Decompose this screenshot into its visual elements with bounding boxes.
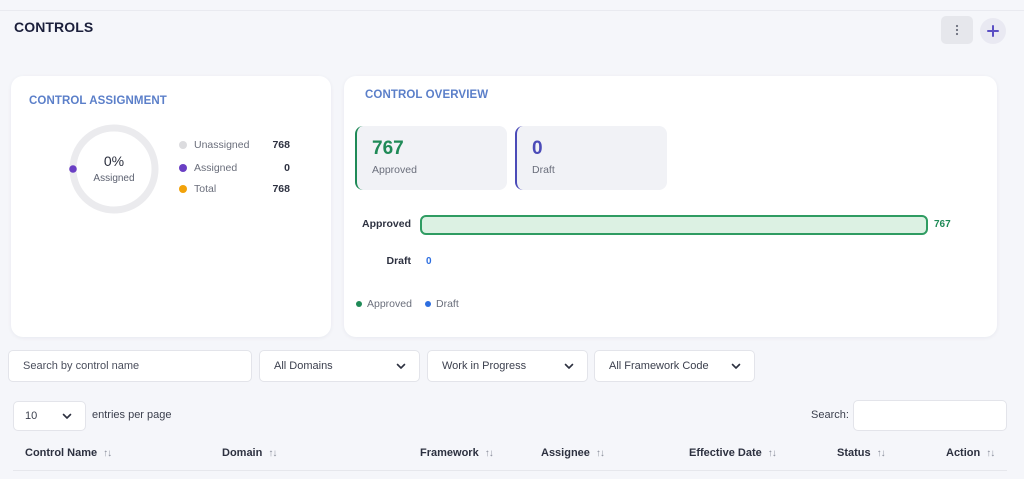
more-options-button[interactable]: [941, 16, 973, 44]
control-overview-title: CONTROL OVERVIEW: [365, 89, 489, 101]
assigned-percent: 0%: [103, 153, 125, 169]
control-search-input[interactable]: Search by control name: [8, 350, 252, 382]
domain-filter-value: All Domains: [274, 360, 333, 372]
legend-label: Assigned: [194, 162, 238, 174]
column-header-assignee[interactable]: Assignee ↑↓: [541, 447, 605, 459]
vertical-dots-icon: [955, 24, 959, 36]
draft-bar-label: Draft: [386, 255, 411, 267]
column-header-effective-date[interactable]: Effective Date ↑↓: [689, 447, 777, 459]
approved-stat-label: Approved: [372, 164, 417, 176]
column-label: Status: [837, 447, 871, 459]
framework-filter-select[interactable]: All Framework Code: [594, 350, 755, 382]
table-header-divider: [13, 470, 1007, 471]
approved-stat-card: 767 Approved: [355, 126, 507, 190]
approved-count: 767: [372, 138, 404, 159]
sort-arrows-icon: ↑↓: [268, 447, 277, 459]
sort-arrows-icon: ↑↓: [595, 447, 605, 459]
column-header-framework[interactable]: Framework ↑↓: [420, 447, 494, 459]
legend-draft: Draft: [425, 298, 459, 310]
column-header-control-name[interactable]: Control Name ↑↓: [25, 447, 112, 459]
legend-value: 768: [272, 139, 290, 151]
column-label: Framework: [420, 447, 479, 459]
legend-value: 768: [272, 183, 290, 195]
assigned-percent-label: Assigned: [93, 173, 135, 184]
draft-stat-label: Draft: [532, 164, 555, 176]
chevron-down-icon: [396, 363, 406, 369]
chevron-down-icon: [731, 363, 741, 369]
column-label: Domain: [222, 447, 263, 459]
approved-bar-label: Approved: [361, 218, 411, 230]
legend-approved: Approved: [356, 298, 412, 310]
chevron-down-icon: [62, 413, 72, 419]
framework-filter-value: All Framework Code: [609, 360, 709, 372]
control-assignment-card: CONTROL ASSIGNMENT 0% Assigned Unassigne…: [11, 76, 331, 337]
table-search-input[interactable]: [853, 400, 1007, 431]
status-filter-select[interactable]: Work in Progress: [427, 350, 588, 382]
column-header-action[interactable]: Action ↑↓: [946, 447, 995, 459]
legend-dot: [425, 301, 431, 307]
sort-arrows-icon: ↑↓: [103, 447, 112, 459]
legend-dot: [179, 185, 187, 193]
legend-label: Approved: [367, 298, 412, 310]
page-title: CONTROLS: [14, 19, 94, 35]
draft-stat-card: 0 Draft: [515, 126, 667, 190]
sort-arrows-icon: ↑↓: [767, 447, 777, 459]
sort-arrows-icon: ↑↓: [876, 447, 886, 459]
domain-filter-select[interactable]: All Domains: [259, 350, 420, 382]
legend-dot: [179, 141, 187, 149]
top-divider: [0, 10, 1024, 11]
table-search-label: Search:: [811, 409, 849, 421]
column-label: Assignee: [541, 447, 590, 459]
legend-unassigned: Unassigned 768: [179, 138, 290, 152]
entries-value: 10: [25, 410, 38, 422]
column-label: Effective Date: [689, 447, 762, 459]
column-label: Action: [946, 447, 981, 459]
column-header-status[interactable]: Status ↑↓: [837, 447, 886, 459]
legend-label: Draft: [436, 298, 459, 310]
column-label: Control Name: [25, 447, 98, 459]
add-control-button[interactable]: [980, 18, 1006, 44]
entries-per-page-label: entries per page: [92, 409, 172, 421]
legend-label: Total: [194, 183, 217, 195]
legend-value: 0: [284, 162, 290, 174]
column-header-domain[interactable]: Domain ↑↓: [222, 447, 277, 459]
sort-arrows-icon: ↑↓: [986, 447, 995, 459]
legend-assigned: Assigned 0: [179, 161, 290, 175]
draft-bar-value: 0: [426, 256, 432, 267]
control-overview-card: CONTROL OVERVIEW 767 Approved 0 Draft Ap…: [344, 76, 997, 337]
approved-bar: [420, 215, 928, 235]
plus-icon: [987, 25, 999, 37]
entries-per-page-select[interactable]: 10: [13, 401, 86, 431]
draft-count: 0: [532, 138, 543, 159]
assignment-donut-chart: [69, 124, 159, 214]
legend-dot: [179, 164, 187, 172]
chevron-down-icon: [564, 363, 574, 369]
legend-dot: [356, 301, 362, 307]
sort-arrows-icon: ↑↓: [484, 447, 494, 459]
control-assignment-title: CONTROL ASSIGNMENT: [29, 95, 167, 107]
legend-label: Unassigned: [194, 139, 250, 151]
status-filter-value: Work in Progress: [442, 360, 527, 372]
legend-total: Total 768: [179, 182, 290, 196]
approved-bar-value: 767: [934, 219, 951, 230]
